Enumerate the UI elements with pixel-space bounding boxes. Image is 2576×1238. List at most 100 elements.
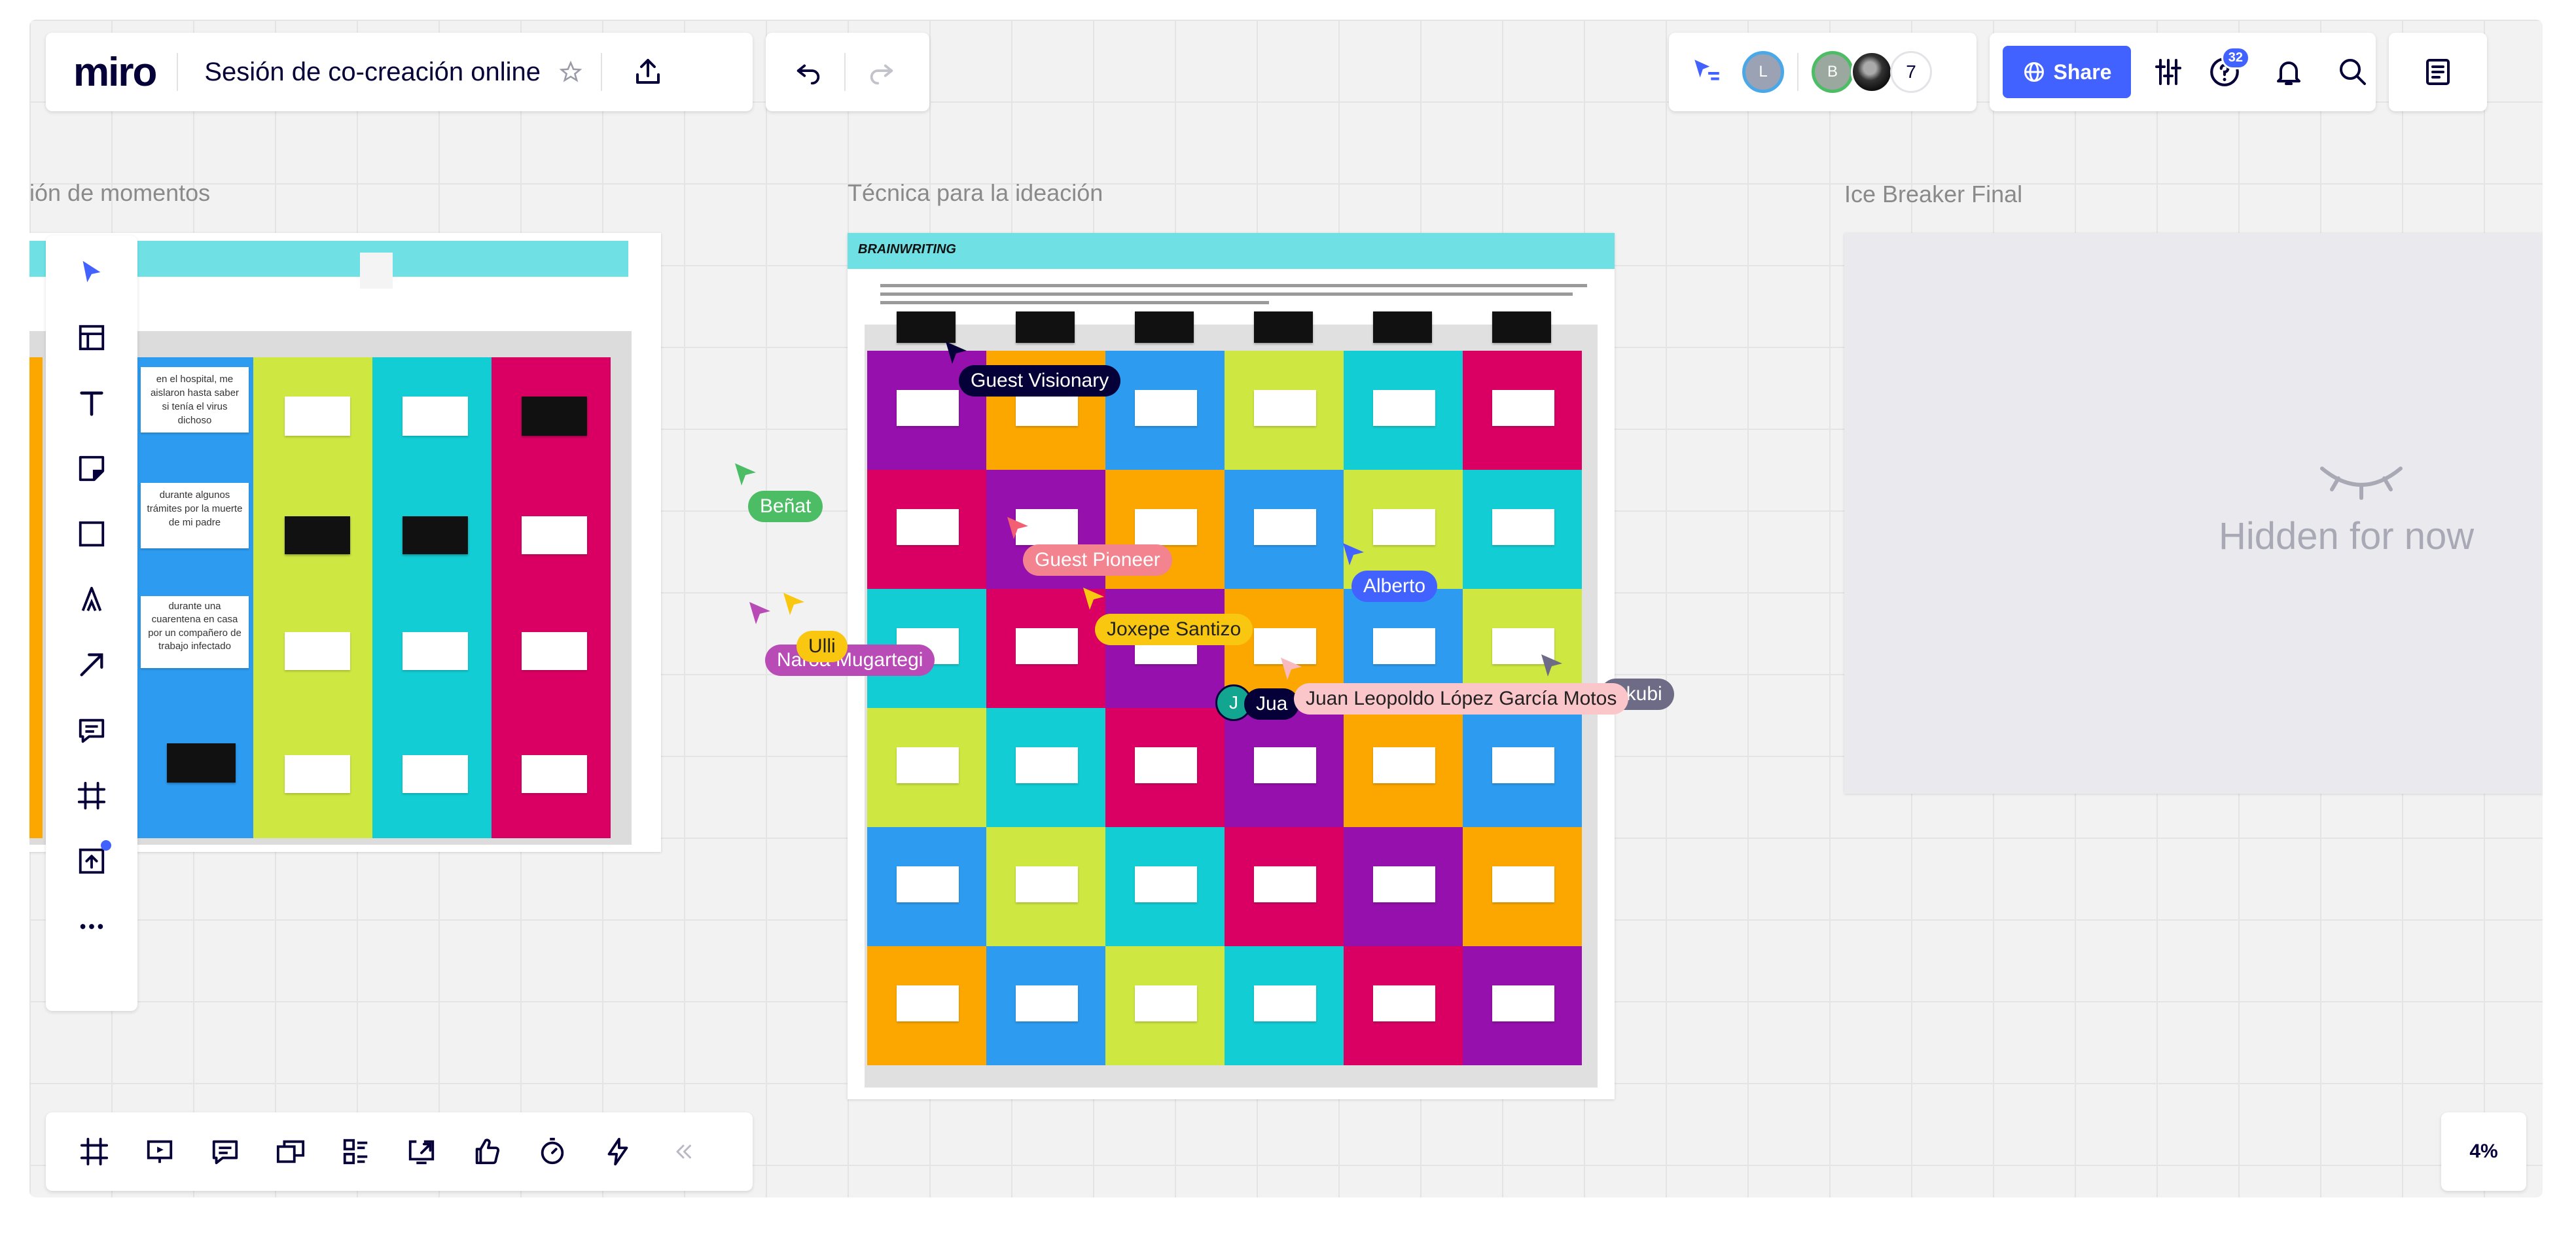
sticky-note[interactable] <box>897 866 959 902</box>
frames-list-icon[interactable] <box>62 1119 127 1184</box>
undo-icon[interactable] <box>785 49 831 95</box>
sticky-note[interactable] <box>897 509 959 545</box>
frame-title-momentos[interactable]: ión de momentos <box>29 179 210 207</box>
redo-icon[interactable] <box>859 49 904 95</box>
sticky-note[interactable] <box>897 985 959 1021</box>
column-header-note[interactable] <box>1016 311 1075 343</box>
shape-rectangle-icon[interactable] <box>59 501 124 567</box>
templates-icon[interactable] <box>59 305 124 370</box>
sticky-note[interactable] <box>1373 866 1435 902</box>
sticky-note[interactable] <box>522 516 587 554</box>
sticky-note[interactable] <box>522 632 587 670</box>
sticky-note[interactable] <box>285 632 350 670</box>
sticky-note[interactable] <box>1373 390 1435 426</box>
sticky-note[interactable] <box>1016 747 1078 783</box>
sticky-note[interactable] <box>1254 985 1316 1021</box>
select-cursor-icon[interactable] <box>59 239 124 305</box>
sticky-note-black[interactable] <box>402 516 468 554</box>
sticky-note[interactable] <box>1254 509 1316 545</box>
sticky-note[interactable] <box>1373 509 1435 545</box>
screen-share-icon[interactable] <box>389 1119 454 1184</box>
column-header-note[interactable] <box>1135 311 1194 343</box>
sticky-note[interactable] <box>1254 390 1316 426</box>
kanban-list-icon[interactable] <box>323 1119 389 1184</box>
sticky-note[interactable] <box>402 632 468 670</box>
sticky-note[interactable] <box>285 397 350 436</box>
frame-ice-breaker[interactable]: Hidden for now <box>1844 233 2543 794</box>
sticky-note-icon[interactable] <box>59 436 124 501</box>
document-list-icon[interactable] <box>2415 49 2461 95</box>
zoom-panel[interactable]: 4% <box>2441 1112 2526 1191</box>
sticky-note[interactable] <box>1492 747 1554 783</box>
cursor-label-alberto: Alberto <box>1351 571 1438 602</box>
frame-icon[interactable] <box>59 763 124 828</box>
export-upload-icon[interactable] <box>628 52 668 92</box>
board-header-panel: miro Sesión de co-creación online <box>46 33 753 111</box>
search-icon[interactable] <box>2330 49 2376 95</box>
help-icon[interactable]: 32 <box>2202 46 2250 95</box>
sticky-note[interactable] <box>1016 985 1078 1021</box>
upload-indicator-dot <box>101 840 111 851</box>
cursor-filter-icon[interactable] <box>1687 52 1726 92</box>
sticky-note[interactable] <box>1135 747 1197 783</box>
star-icon[interactable] <box>558 59 584 85</box>
sticky-note[interactable] <box>285 755 350 793</box>
sticky-note[interactable] <box>1373 628 1435 664</box>
frame-title-ice-breaker[interactable]: Ice Breaker Final <box>1844 181 2022 208</box>
column-header-note[interactable] <box>897 311 956 343</box>
sticky-note[interactable] <box>1135 509 1197 545</box>
lightning-icon[interactable] <box>585 1119 651 1184</box>
sticky-note[interactable] <box>1254 747 1316 783</box>
avatar-b[interactable]: B <box>1812 51 1853 93</box>
frame-title-ideacion[interactable]: Técnica para la ideación <box>848 179 1103 207</box>
sticky-note[interactable] <box>1492 509 1554 545</box>
miro-logo[interactable]: miro <box>73 49 157 96</box>
sticky-note[interactable] <box>897 390 959 426</box>
sticky-note[interactable] <box>897 747 959 783</box>
collapse-toolbar-icon[interactable] <box>651 1119 716 1184</box>
bell-icon[interactable] <box>2266 49 2312 95</box>
comments-icon[interactable] <box>192 1119 258 1184</box>
sticky-note[interactable] <box>1135 390 1197 426</box>
column-header-note[interactable] <box>1373 311 1432 343</box>
pen-icon[interactable] <box>59 567 124 632</box>
column-header-note[interactable] <box>1254 311 1313 343</box>
sticky-note[interactable] <box>1492 985 1554 1021</box>
share-button[interactable]: Share <box>2003 46 2131 98</box>
sticky-note[interactable] <box>1373 985 1435 1021</box>
voting-thumbs-up-icon[interactable] <box>454 1119 520 1184</box>
timer-icon[interactable] <box>520 1119 585 1184</box>
sticky-note[interactable]: durante algunos trámites por la muerte d… <box>141 483 249 548</box>
sticky-note-black[interactable] <box>167 743 236 783</box>
settings-sliders-icon[interactable] <box>2145 49 2191 95</box>
sticky-note[interactable] <box>1135 866 1197 902</box>
sticky-note[interactable]: en el hospital, me aislaron hasta saber … <box>141 367 249 433</box>
sticky-note[interactable] <box>1135 985 1197 1021</box>
column-header-note[interactable] <box>1492 311 1551 343</box>
sticky-note[interactable] <box>1373 747 1435 783</box>
sticky-note[interactable] <box>402 755 468 793</box>
upload-icon[interactable] <box>59 828 124 894</box>
sticky-note[interactable] <box>1016 628 1078 664</box>
presentation-icon[interactable] <box>127 1119 192 1184</box>
avatar-l[interactable]: L <box>1742 51 1784 93</box>
avatar-photo[interactable] <box>1851 51 1893 93</box>
video-chat-icon[interactable] <box>258 1119 323 1184</box>
sticky-note[interactable] <box>1492 390 1554 426</box>
sticky-note[interactable] <box>1254 866 1316 902</box>
sticky-note-black[interactable] <box>285 516 350 554</box>
participant-count[interactable]: 7 <box>1890 51 1932 93</box>
comment-icon[interactable] <box>59 698 124 763</box>
text-tool-icon[interactable] <box>59 370 124 436</box>
more-tools-icon[interactable] <box>59 894 124 959</box>
sticky-note[interactable]: durante una cuarentena en casa por un co… <box>141 596 249 668</box>
share-label: Share <box>2053 60 2112 84</box>
board-title[interactable]: Sesión de co-creación online <box>204 58 541 87</box>
sticky-note[interactable] <box>1016 866 1078 902</box>
sticky-note[interactable] <box>522 755 587 793</box>
connection-line-icon[interactable] <box>59 632 124 698</box>
sticky-note[interactable] <box>402 397 468 436</box>
sticky-note[interactable] <box>1492 866 1554 902</box>
sticky-note-black[interactable] <box>522 397 587 436</box>
board-canvas[interactable]: ión de momentos Técnica para la ideación… <box>29 20 2543 1197</box>
